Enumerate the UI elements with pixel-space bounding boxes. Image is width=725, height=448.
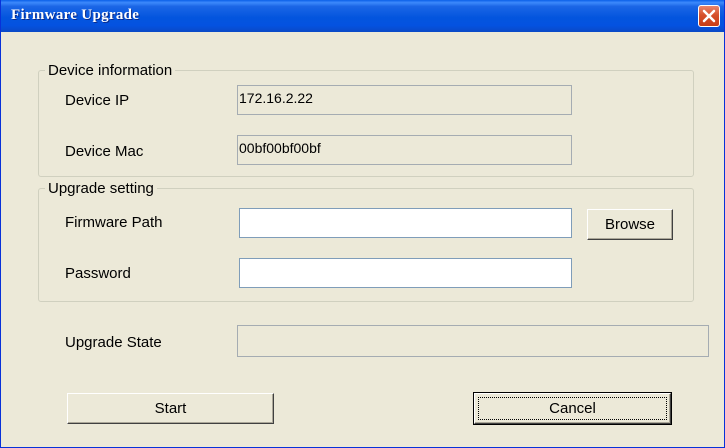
upgrade-state-field (237, 325, 709, 357)
start-button[interactable]: Start (67, 393, 274, 424)
title-bar[interactable]: Firmware Upgrade (1, 0, 724, 32)
device-information-legend: Device information (48, 62, 173, 79)
device-mac-label: Device Mac (65, 143, 144, 160)
cancel-button[interactable]: Cancel (473, 392, 672, 425)
window-title: Firmware Upgrade (11, 7, 140, 23)
firmware-path-input[interactable] (239, 208, 572, 238)
close-icon (702, 9, 716, 23)
upgrade-state-label: Upgrade State (65, 334, 162, 351)
focus-rectangle (478, 397, 667, 420)
upgrade-setting-legend: Upgrade setting (48, 180, 154, 197)
device-ip-label: Device IP (65, 92, 130, 109)
device-ip-field: 172.16.2.22 (237, 85, 572, 115)
password-input[interactable] (239, 258, 572, 288)
close-button[interactable] (698, 5, 720, 27)
firmware-path-label: Firmware Path (65, 214, 163, 231)
firmware-upgrade-dialog: Firmware Upgrade Device information Devi… (0, 0, 725, 448)
password-label: Password (65, 265, 131, 282)
browse-button[interactable]: Browse (587, 209, 673, 240)
device-mac-field: 00bf00bf00bf (237, 135, 572, 165)
